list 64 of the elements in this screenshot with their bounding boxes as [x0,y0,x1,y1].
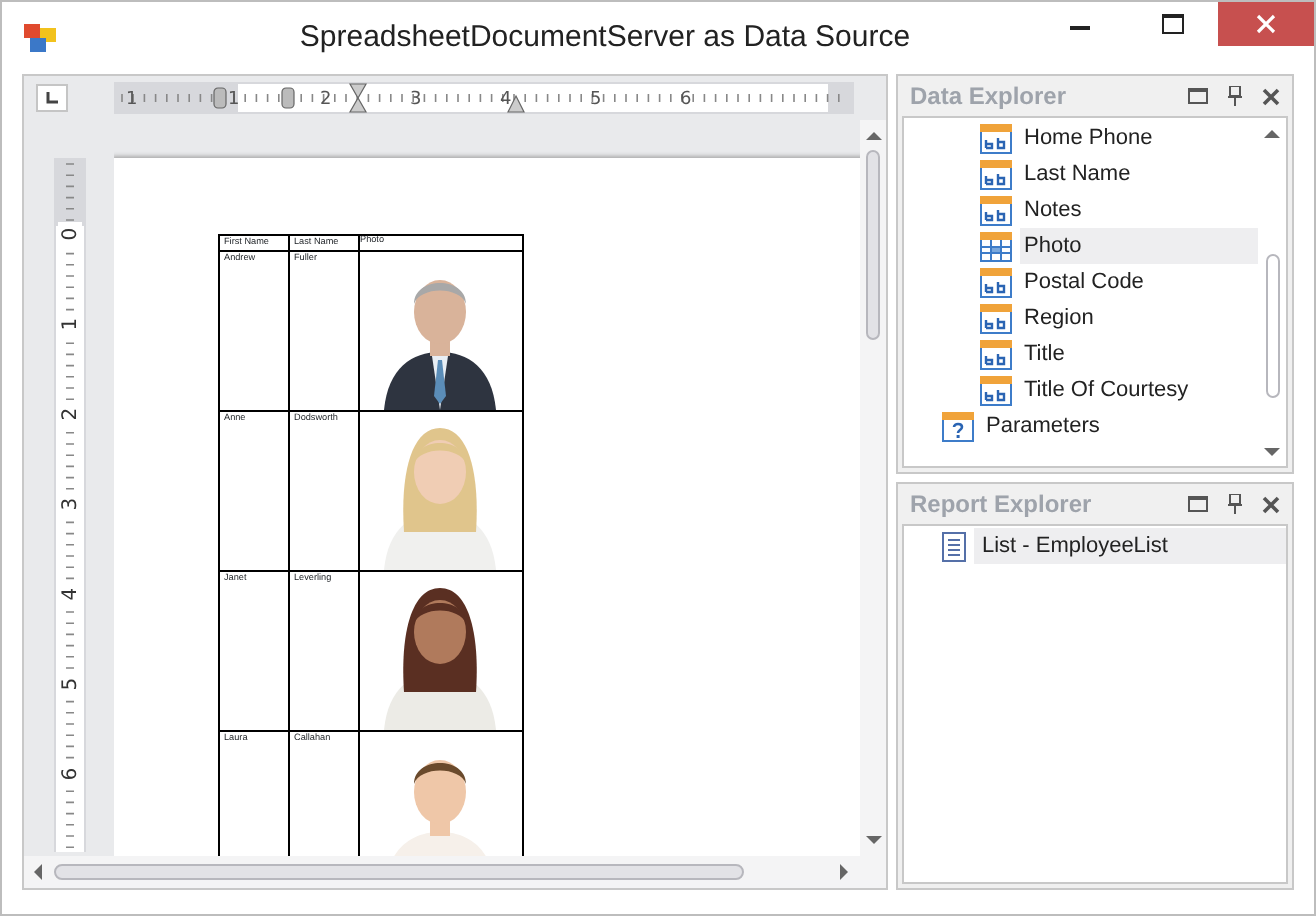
panel-title: Report Explorer [910,488,1094,522]
pin-icon[interactable] [1228,494,1242,514]
scroll-down-icon[interactable] [865,832,881,848]
indent-marker[interactable] [507,94,525,113]
restore-icon[interactable] [1188,88,1208,104]
text-field-icon [980,195,1012,225]
scroll-right-icon[interactable] [836,864,852,880]
app-icon [24,24,56,52]
ruler-label: 6 [59,767,81,781]
text-field-icon [980,123,1012,153]
ruler-label: 1 [126,90,138,110]
ruler-label: 5 [59,677,81,691]
tab-stop-icon [46,92,58,104]
tree-item[interactable]: Home Phone [1020,120,1258,156]
window-title: SpreadsheetDocumentServer as Data Source [297,17,913,58]
ruler-label: 4 [59,587,81,601]
ruler-label: 3 [59,497,81,511]
list-icon [942,531,966,561]
scroll-thumb[interactable] [54,864,744,880]
indent-marker[interactable] [213,87,227,109]
indent-marker[interactable] [348,83,368,113]
ruler-label: 4 [500,90,512,110]
text-field-icon [980,303,1012,333]
table-field-icon [980,231,1012,261]
tree-item[interactable]: Notes [1020,192,1258,228]
scroll-thumb[interactable] [866,150,880,340]
scroll-left-icon[interactable] [30,864,46,880]
maximize-icon [1161,14,1183,34]
tree-item[interactable]: List - EmployeeList [974,528,1286,564]
close-icon[interactable] [1262,495,1280,513]
horizontal-scrollbar[interactable] [24,856,886,888]
tab-selector-button[interactable] [36,84,68,112]
pin-icon[interactable] [1228,86,1242,106]
ruler-label: 1 [59,317,81,331]
scroll-down-icon[interactable] [1264,444,1280,460]
ruler-label: 0 [59,227,81,241]
tree-item[interactable]: Photo [1020,228,1258,264]
ruler-label: 2 [59,407,81,421]
close-icon [1256,14,1276,34]
tree-item[interactable]: Postal Code [1020,264,1258,300]
indent-marker[interactable] [281,87,295,109]
scroll-thumb[interactable] [1265,254,1279,398]
parameters-icon [942,411,974,441]
tree-item[interactable]: Last Name [1020,156,1258,192]
tree-item[interactable]: Title Of Courtesy [1020,372,1258,408]
ruler-label: 2 [320,90,332,110]
panel-title: Data Explorer [910,80,1069,114]
text-field-icon [980,339,1012,369]
close-icon[interactable] [1262,87,1280,105]
tree-item[interactable]: Title [1020,336,1258,372]
tree-item[interactable]: Parameters [982,408,1258,444]
text-field-icon [980,159,1012,189]
tree-item[interactable]: Region [1020,300,1258,336]
scroll-up-icon[interactable] [1264,126,1280,142]
ruler-label: 5 [590,90,602,110]
close-button[interactable] [1218,2,1314,46]
ruler-label: 3 [410,90,422,110]
scroll-up-icon[interactable] [865,128,881,144]
ruler-label: 6 [680,90,692,110]
restore-icon[interactable] [1188,496,1208,512]
text-field-icon [980,375,1012,405]
text-field-icon [980,267,1012,297]
vertical-scrollbar[interactable] [860,120,886,856]
ruler-label: 1 [228,90,240,110]
